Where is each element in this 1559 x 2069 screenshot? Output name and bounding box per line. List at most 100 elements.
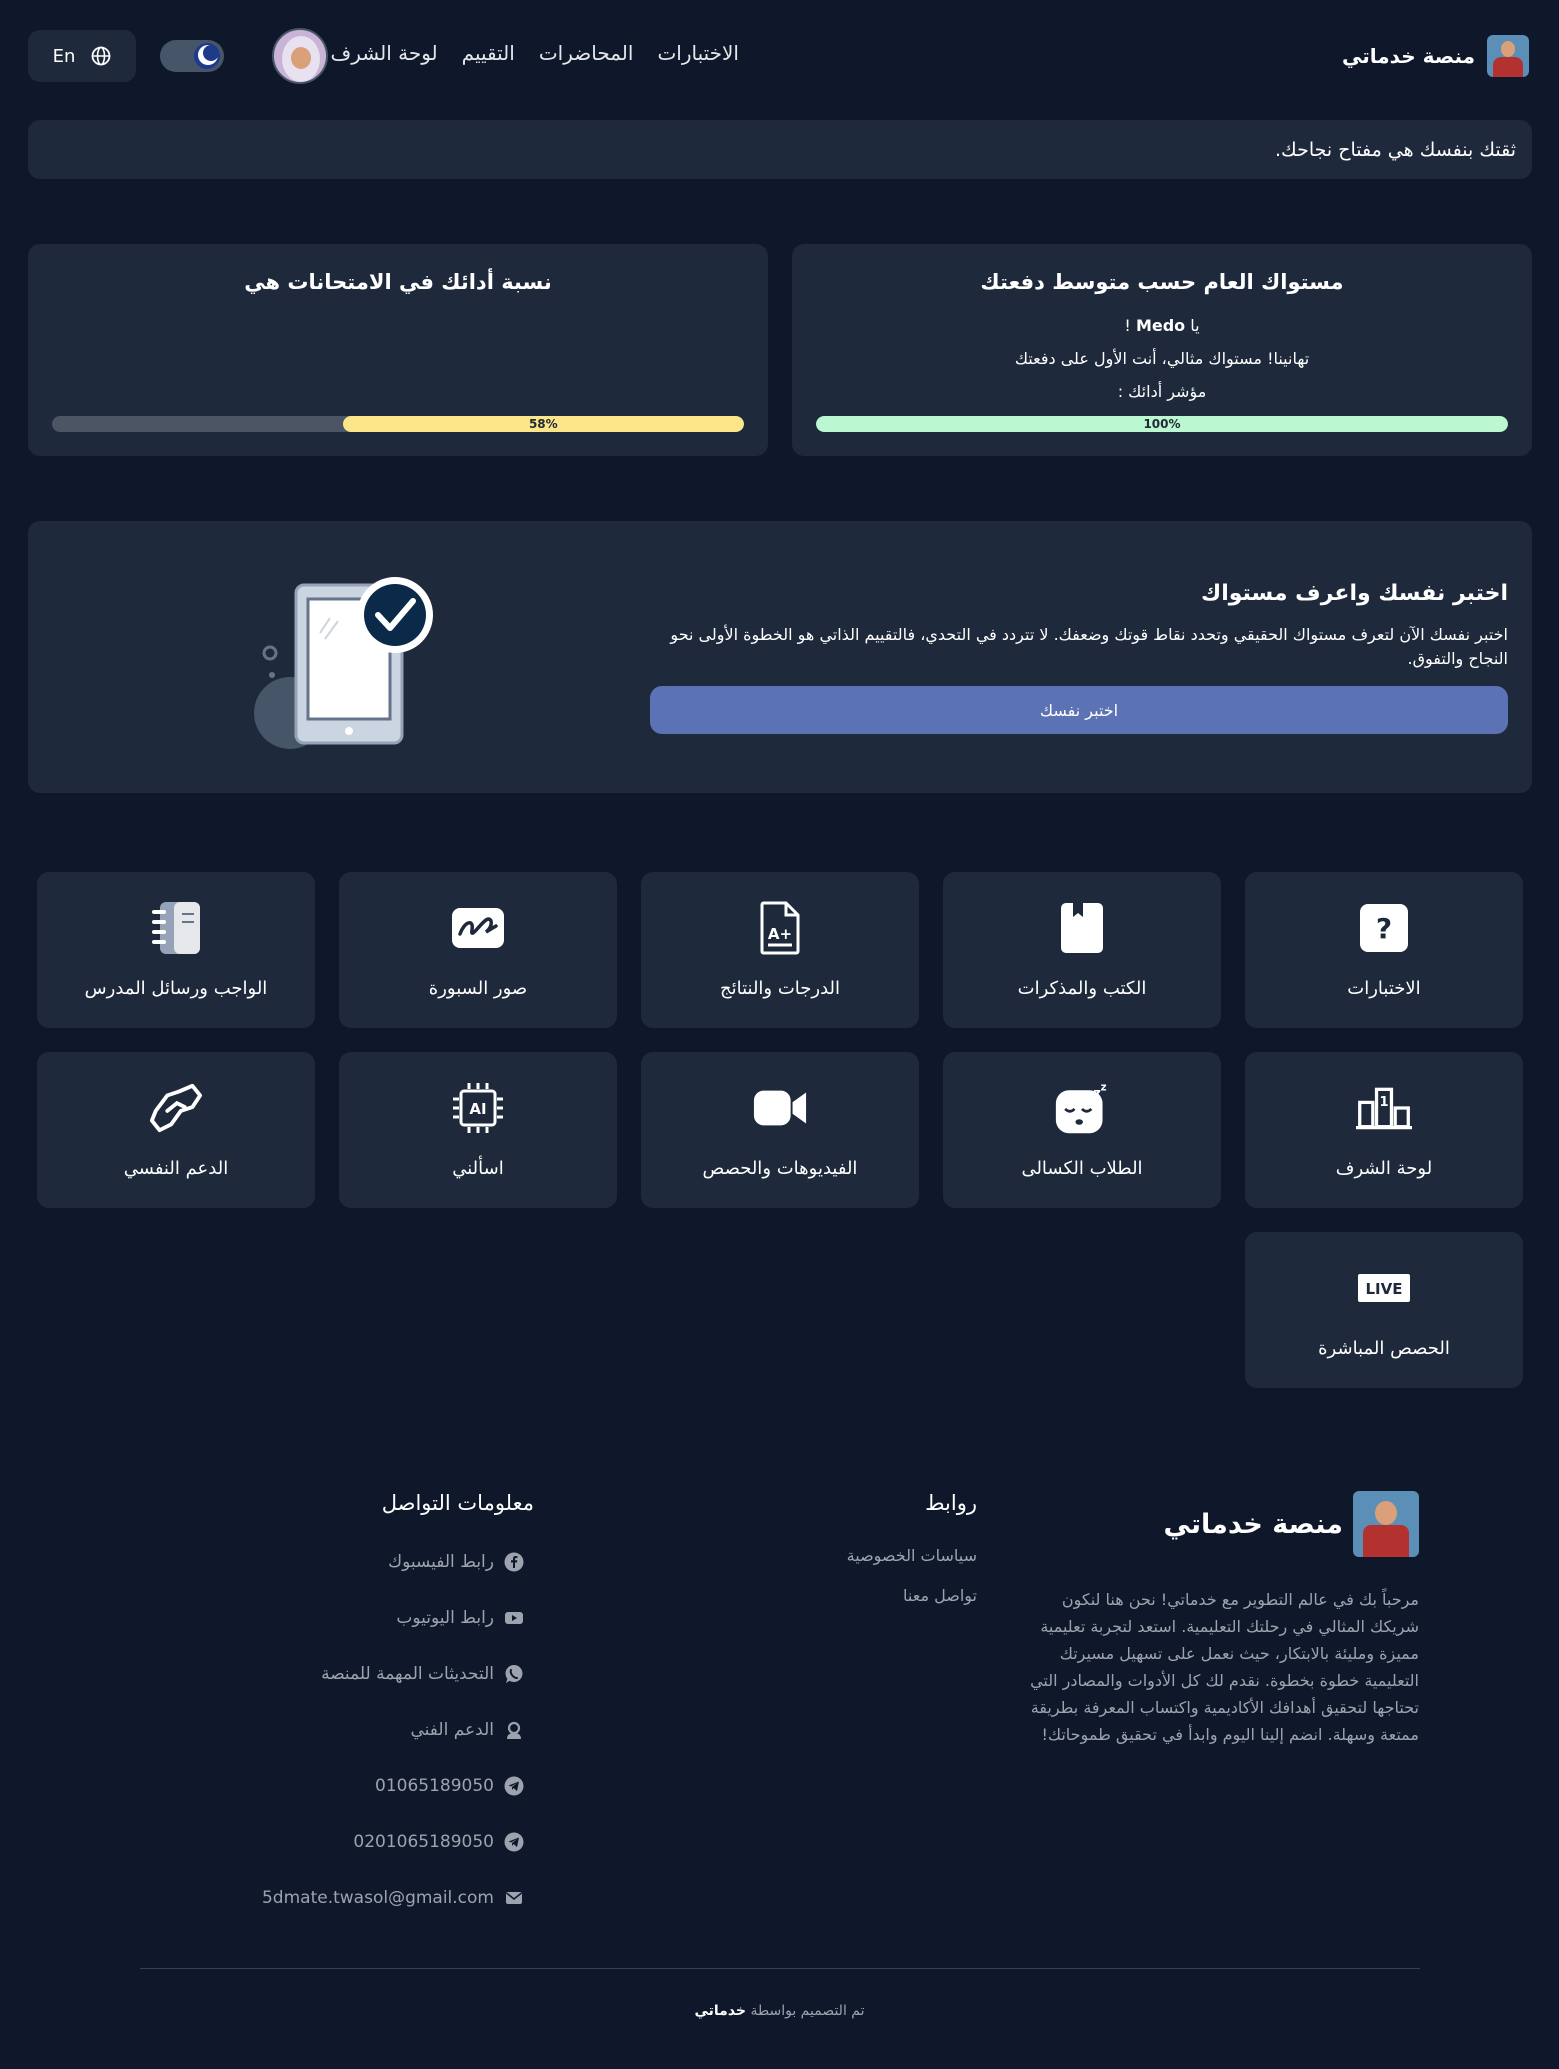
footer-contact-facebook-0[interactable]: رابط الفيسبوك xyxy=(388,1552,524,1572)
footer-contact-title: معلومات التواصل xyxy=(381,1491,534,1515)
handshake-icon xyxy=(148,1080,204,1136)
svg-text:?: ? xyxy=(1376,912,1392,945)
svg-text:AI: AI xyxy=(469,1100,486,1118)
feature-tile-label: الدرجات والنتائج xyxy=(719,978,841,999)
footer-contact-email-6[interactable]: 5dmate.twasol@gmail.com xyxy=(262,1888,524,1908)
footer-credit: تم التصميم بواسطة خدماتي xyxy=(0,2003,1559,2019)
footer-link-contact[interactable]: تواصل معنا xyxy=(903,1586,977,1605)
moon-icon xyxy=(198,45,219,65)
quote-text: ثقتك بنفسك هي مفتاح نجاحك. xyxy=(1275,138,1516,161)
youtube-icon xyxy=(504,1608,524,1628)
language-switcher[interactable]: En xyxy=(28,30,136,82)
self-test-button[interactable]: اختبر نفسك xyxy=(650,686,1508,734)
footer-contact-youtube-1[interactable]: رابط اليوتيوب xyxy=(396,1608,524,1628)
video-icon xyxy=(752,1080,808,1136)
feature-tile-label: الحصص المباشرة xyxy=(1318,1338,1450,1359)
feature-tile-label: الطلاب الكسالى xyxy=(1021,1158,1143,1179)
nav-links: الاختبارات المحاضرات التقييم لوحة الشرف xyxy=(307,41,740,65)
language-label: En xyxy=(52,45,76,67)
telegram-icon xyxy=(504,1776,524,1796)
signature-icon xyxy=(450,900,506,956)
nav-link-lectures[interactable]: المحاضرات xyxy=(539,41,634,65)
exam-progress-fill: 58% xyxy=(342,416,744,432)
footer-brand-logo xyxy=(1353,1491,1419,1557)
telegram-icon xyxy=(504,1832,524,1852)
feature-tile-grade-file[interactable]: A+ الدرجات والنتائج xyxy=(641,872,919,1028)
feature-tile-label: الاختبارات xyxy=(1347,978,1421,999)
feature-tile-label: لوحة الشرف xyxy=(1335,1158,1433,1179)
credit-text: تم التصميم بواسطة xyxy=(750,2003,865,2019)
facebook-icon xyxy=(504,1552,524,1572)
greeting-prefix: يا xyxy=(1190,316,1200,335)
sleepy-face-icon: zz xyxy=(1054,1080,1110,1136)
svg-text:z: z xyxy=(1101,1081,1107,1093)
footer-brand-name: منصة خدماتي xyxy=(1163,1508,1343,1540)
ai-chip-icon: AI xyxy=(450,1080,506,1136)
greeting-line: يا Medo ! xyxy=(792,316,1532,335)
whatsapp-icon xyxy=(504,1664,524,1684)
brand-name: منصة خدماتي xyxy=(1342,44,1475,68)
svg-text:z: z xyxy=(1093,1087,1101,1102)
footer-contact-telegram-5[interactable]: 0201065189050 xyxy=(353,1832,524,1852)
brand-logo xyxy=(1487,35,1529,77)
greeting-suffix: ! xyxy=(1124,316,1131,335)
svg-text:LIVE: LIVE xyxy=(1366,1280,1403,1298)
credit-brand: خدماتي xyxy=(694,2003,747,2019)
footer-brand[interactable]: منصة خدماتي xyxy=(1164,1491,1419,1557)
svg-text:A+: A+ xyxy=(768,925,792,943)
footer-contact-text: التحديثات المهمة للمنصة xyxy=(321,1664,494,1684)
self-test-title: اختبر نفسك واعرف مستواك xyxy=(1201,581,1508,606)
email-icon xyxy=(504,1888,524,1908)
self-test-description: اختبر نفسك الآن لتعرف مستواك الحقيقي وتح… xyxy=(670,625,1508,668)
podium-icon: 1 xyxy=(1356,1080,1412,1136)
nav-link-honor-board[interactable]: لوحة الشرف xyxy=(331,41,438,65)
exam-performance-card: نسبة أدائك في الامتحانات هي 58% xyxy=(28,244,768,456)
footer-contact-text: رابط اليوتيوب xyxy=(396,1608,494,1628)
footer-contact-text: رابط الفيسبوك xyxy=(388,1552,494,1572)
live-icon: LIVE xyxy=(1356,1260,1412,1316)
svg-text:1: 1 xyxy=(1379,1095,1388,1110)
feature-tile-handshake[interactable]: الدعم النفسي xyxy=(37,1052,315,1208)
feature-tile-podium[interactable]: 1 لوحة الشرف xyxy=(1245,1052,1523,1208)
feature-tile-label: اسألني xyxy=(452,1158,504,1179)
feature-tile-question[interactable]: ? الاختبارات xyxy=(1245,872,1523,1028)
exam-progress-label: 58% xyxy=(528,417,558,431)
footer-link-privacy[interactable]: سياسات الخصوصية xyxy=(847,1546,977,1565)
exam-progress-bar: 58% xyxy=(52,416,744,432)
level-card: مستواك العام حسب متوسط دفعتك يا Medo ! ت… xyxy=(792,244,1532,456)
grade-file-icon: A+ xyxy=(752,900,808,956)
nav-link-evaluation[interactable]: التقييم xyxy=(462,41,515,65)
feature-tile-notebook[interactable]: الواجب ورسائل المدرس xyxy=(37,872,315,1028)
feature-tile-signature[interactable]: صور السبورة xyxy=(339,872,617,1028)
motivational-quote: ثقتك بنفسك هي مفتاح نجاحك. xyxy=(28,120,1532,179)
footer-contact-text: 0201065189050 xyxy=(353,1832,494,1852)
top-navbar: منصة خدماتي الاختبارات المحاضرات التقييم… xyxy=(0,0,1559,112)
nav-link-exams[interactable]: الاختبارات xyxy=(657,41,739,65)
self-test-section: اختبر نفسك واعرف مستواك اختبر نفسك الآن … xyxy=(28,521,1532,793)
book-icon xyxy=(1054,900,1110,956)
feature-tile-ai-chip[interactable]: AI اسألني xyxy=(339,1052,617,1208)
feature-tile-label: الواجب ورسائل المدرس xyxy=(84,978,268,999)
footer-contact-text: الدعم الفني xyxy=(410,1720,495,1740)
footer-links-title: روابط xyxy=(925,1491,977,1515)
feature-tile-label: الدعم النفسي xyxy=(123,1158,229,1179)
feature-tile-sleepy-face[interactable]: z z الطلاب الكسالى xyxy=(943,1052,1221,1208)
feature-tile-book[interactable]: الكتب والمذكرات xyxy=(943,872,1221,1028)
footer-contact-support-3[interactable]: الدعم الفني xyxy=(411,1720,525,1740)
feature-tile-label: صور السبورة xyxy=(428,978,528,999)
feature-tile-live[interactable]: LIVE الحصص المباشرة xyxy=(1245,1232,1523,1388)
footer-contact-telegram-4[interactable]: 01065189050 xyxy=(375,1776,524,1796)
phone-check-illustration xyxy=(254,577,433,749)
globe-icon xyxy=(91,46,111,66)
level-progress-fill: 100% xyxy=(816,416,1508,432)
footer-contact-whatsapp-2[interactable]: التحديثات المهمة للمنصة xyxy=(321,1664,524,1684)
user-avatar[interactable] xyxy=(272,28,328,84)
notebook-icon xyxy=(148,900,204,956)
feature-tile-video[interactable]: الفيديوهات والحصص xyxy=(641,1052,919,1208)
level-progress-label: 100% xyxy=(1143,417,1181,431)
indicator-label: مؤشر أدائك : xyxy=(1117,382,1207,401)
theme-toggle[interactable] xyxy=(160,40,224,72)
brand[interactable]: منصة خدماتي xyxy=(1342,35,1529,77)
support-icon xyxy=(504,1720,524,1740)
footer-contact-text: 01065189050 xyxy=(375,1776,494,1796)
